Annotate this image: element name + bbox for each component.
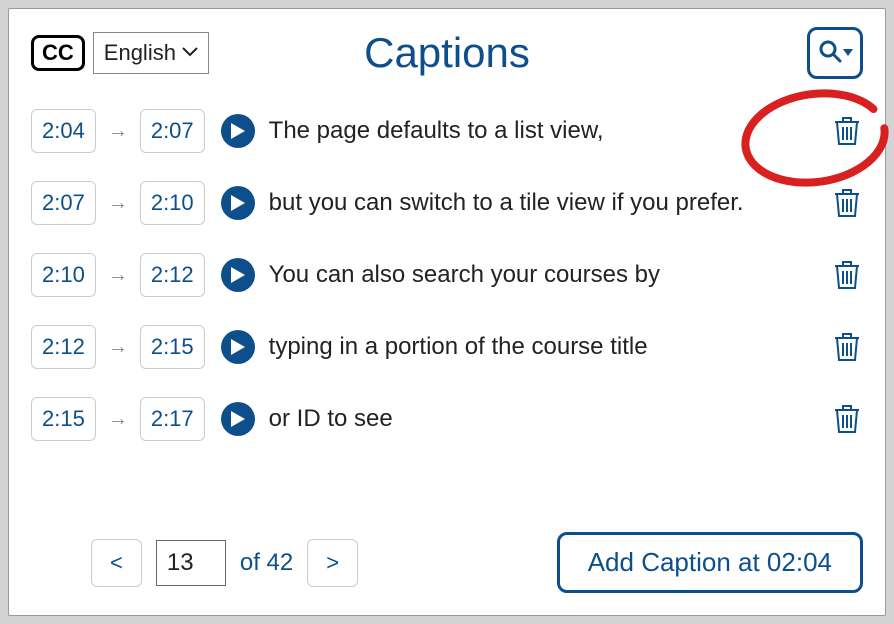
play-icon: [231, 267, 245, 283]
play-button[interactable]: [221, 186, 255, 220]
start-time-input[interactable]: 2:04: [31, 109, 96, 153]
arrow-right-icon: →: [106, 264, 130, 287]
page-total-label: of 42: [240, 549, 293, 577]
caret-down-icon: [843, 44, 853, 62]
delete-button[interactable]: [833, 330, 863, 364]
delete-button[interactable]: [833, 402, 863, 436]
trash-icon: [833, 258, 861, 290]
trash-icon: [833, 186, 861, 218]
start-time-input[interactable]: 2:10: [31, 253, 96, 297]
end-time-input[interactable]: 2:15: [140, 325, 205, 369]
play-button[interactable]: [221, 402, 255, 436]
play-icon: [231, 123, 245, 139]
delete-button[interactable]: [833, 114, 863, 148]
language-select[interactable]: English: [93, 32, 209, 74]
arrow-right-icon: →: [106, 336, 130, 359]
trash-icon: [833, 114, 861, 146]
trash-icon: [833, 402, 861, 434]
arrow-right-icon: →: [106, 120, 130, 143]
trash-icon: [833, 330, 861, 362]
caption-text[interactable]: but you can switch to a tile view if you…: [265, 188, 823, 218]
page-number-input[interactable]: [156, 540, 226, 586]
start-time-input[interactable]: 2:15: [31, 397, 96, 441]
cc-badge: CC: [31, 35, 85, 71]
search-icon: [818, 39, 842, 68]
next-page-button[interactable]: >: [307, 539, 358, 587]
play-icon: [231, 195, 245, 211]
prev-page-button[interactable]: <: [91, 539, 142, 587]
start-time-input[interactable]: 2:07: [31, 181, 96, 225]
caption-text[interactable]: or ID to see: [265, 404, 823, 434]
delete-button[interactable]: [833, 258, 863, 292]
arrow-right-icon: →: [106, 192, 130, 215]
footer-row: < of 42 > Add Caption at 02:04: [31, 518, 863, 597]
start-time-input[interactable]: 2:12: [31, 325, 96, 369]
language-label: English: [104, 40, 176, 66]
end-time-input[interactable]: 2:17: [140, 397, 205, 441]
add-caption-button[interactable]: Add Caption at 02:04: [557, 532, 863, 593]
play-button[interactable]: [221, 114, 255, 148]
end-time-input[interactable]: 2:10: [140, 181, 205, 225]
end-time-input[interactable]: 2:12: [140, 253, 205, 297]
captions-panel: CC English Captions 2:04 → 2:07 The page: [8, 8, 886, 616]
page-title: Captions: [364, 29, 530, 77]
play-icon: [231, 411, 245, 427]
caption-row: 2:07 → 2:10 but you can switch to a tile…: [31, 167, 863, 239]
arrow-right-icon: →: [106, 408, 130, 431]
caption-text[interactable]: The page defaults to a list view,: [265, 116, 823, 146]
header-row: CC English Captions: [31, 27, 863, 79]
caption-text[interactable]: typing in a portion of the course title: [265, 332, 823, 362]
search-button[interactable]: [807, 27, 863, 79]
end-time-input[interactable]: 2:07: [140, 109, 205, 153]
caption-row: 2:10 → 2:12 You can also search your cou…: [31, 239, 863, 311]
chevron-down-icon: [182, 44, 198, 62]
play-button[interactable]: [221, 330, 255, 364]
caption-text[interactable]: You can also search your courses by: [265, 260, 823, 290]
play-icon: [231, 339, 245, 355]
caption-row: 2:15 → 2:17 or ID to see: [31, 383, 863, 455]
caption-list: 2:04 → 2:07 The page defaults to a list …: [31, 95, 863, 518]
caption-row: 2:12 → 2:15 typing in a portion of the c…: [31, 311, 863, 383]
play-button[interactable]: [221, 258, 255, 292]
delete-button[interactable]: [833, 186, 863, 220]
caption-row: 2:04 → 2:07 The page defaults to a list …: [31, 95, 863, 167]
